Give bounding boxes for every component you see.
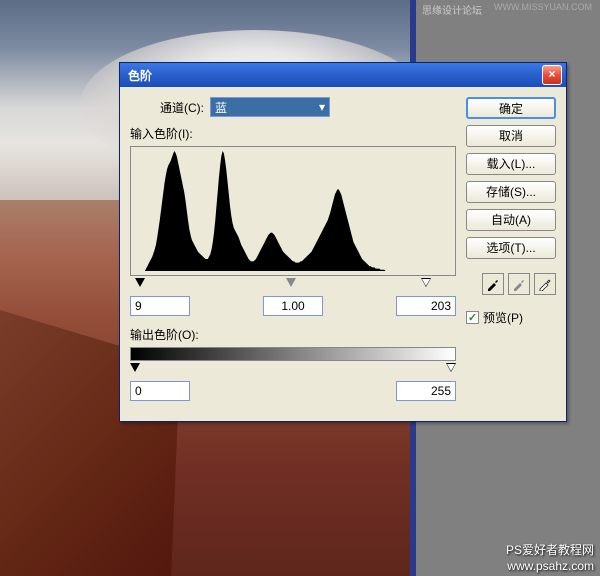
output-black-slider[interactable] <box>130 363 140 372</box>
input-black-slider[interactable] <box>135 278 145 287</box>
cancel-button[interactable]: 取消 <box>466 125 556 147</box>
input-gamma-slider[interactable] <box>286 278 296 287</box>
load-button[interactable]: 载入(L)... <box>466 153 556 175</box>
output-white-slider[interactable] <box>446 363 456 372</box>
chevron-down-icon: ▾ <box>319 100 325 114</box>
histogram-svg <box>135 151 451 271</box>
output-black-field[interactable] <box>130 381 190 401</box>
options-button[interactable]: 选项(T)... <box>466 237 556 259</box>
top-caption-url: WWW.MISSYUAN.COM <box>490 0 596 14</box>
input-white-slider[interactable] <box>421 278 431 287</box>
eyedropper-gray-icon[interactable] <box>508 273 530 295</box>
output-gradient <box>130 347 456 361</box>
auto-button[interactable]: 自动(A) <box>466 209 556 231</box>
watermark-line2: www.psahz.com <box>507 559 594 573</box>
titlebar[interactable]: 色阶 × <box>120 63 566 87</box>
channel-value: 蓝 <box>215 99 227 116</box>
input-gamma-field[interactable] <box>263 296 323 316</box>
dialog-title: 色阶 <box>124 67 542 84</box>
input-levels-label: 输入色阶(I): <box>130 125 456 142</box>
preview-checkbox[interactable]: ✓ <box>466 311 479 324</box>
levels-dialog: 色阶 × 通道(C): 蓝 ▾ 输入色阶(I): <box>119 62 567 422</box>
top-caption: 思缘设计论坛 <box>418 0 486 19</box>
preview-label: 预览(P) <box>483 309 523 326</box>
input-black-field[interactable] <box>130 296 190 316</box>
input-slider-track[interactable] <box>130 278 456 290</box>
input-white-field[interactable] <box>396 296 456 316</box>
output-levels-label: 输出色阶(O): <box>130 326 456 343</box>
channel-label: 通道(C): <box>160 99 204 116</box>
ok-button[interactable]: 确定 <box>466 97 556 119</box>
watermark-line1: PS爱好者教程网 <box>506 541 594 558</box>
output-white-field[interactable] <box>396 381 456 401</box>
eyedropper-black-icon[interactable] <box>482 273 504 295</box>
channel-select[interactable]: 蓝 ▾ <box>210 97 330 117</box>
output-slider-track[interactable] <box>130 363 456 375</box>
eyedropper-white-icon[interactable] <box>534 273 556 295</box>
close-button[interactable]: × <box>542 65 562 85</box>
histogram <box>130 146 456 276</box>
save-button[interactable]: 存储(S)... <box>466 181 556 203</box>
